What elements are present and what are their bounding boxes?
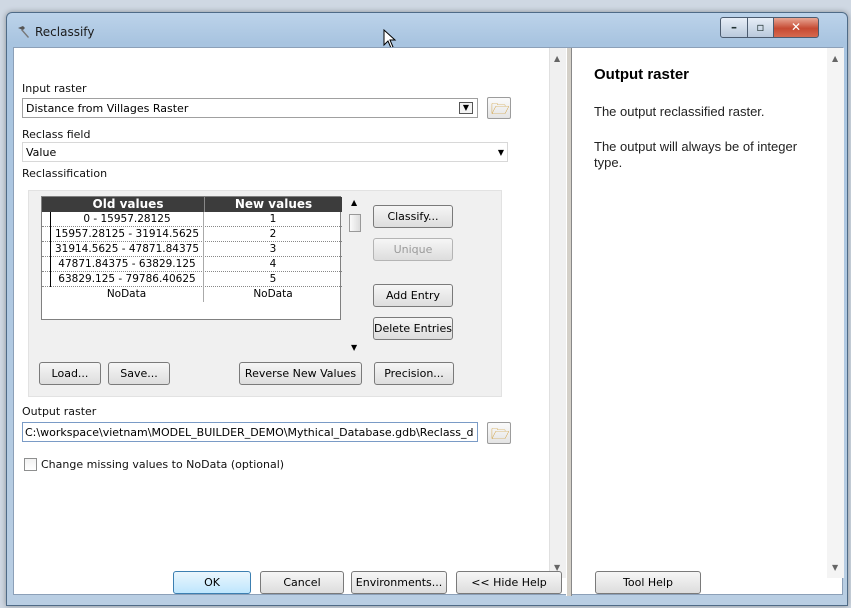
mouse-pointer-icon: [383, 29, 397, 49]
output-raster-browse-button[interactable]: 🗁: [487, 422, 511, 444]
new-value-cell[interactable]: 5: [204, 272, 342, 287]
table-row[interactable]: 31914.5625 - 47871.84375 3: [42, 242, 342, 257]
new-value-cell[interactable]: 4: [204, 257, 342, 272]
scroll-up-icon[interactable]: ▲: [351, 198, 357, 207]
chevron-down-icon[interactable]: ▼: [459, 102, 473, 114]
close-icon: ✕: [790, 20, 802, 34]
missing-values-checkbox[interactable]: [24, 458, 37, 471]
title-bar[interactable]: Reclassify – ▫ ✕: [7, 13, 847, 49]
precision-button[interactable]: Precision...: [374, 362, 454, 385]
missing-values-label: Change missing values to NoData (optiona…: [41, 458, 285, 471]
new-value-cell[interactable]: 3: [204, 242, 342, 257]
reclassification-group: Old values New values 0 - 15957.28125 1 …: [28, 190, 502, 397]
old-value-cell[interactable]: 47871.84375 - 63829.125: [50, 257, 204, 272]
unique-button[interactable]: Unique: [373, 238, 453, 261]
output-raster-value: C:\workspace\vietnam\MODEL_BUILDER_DEMO\…: [25, 426, 474, 439]
new-value-cell[interactable]: 1: [204, 212, 342, 227]
reverse-new-values-button[interactable]: Reverse New Values: [239, 362, 362, 385]
add-entry-button[interactable]: Add Entry: [373, 284, 453, 307]
old-value-cell[interactable]: 63829.125 - 79786.40625: [50, 272, 204, 287]
reclassify-window: Reclassify – ▫ ✕ Input raster Distance f…: [6, 12, 848, 606]
column-header-new-values[interactable]: New values: [204, 197, 342, 212]
input-raster-label: Input raster: [22, 82, 87, 95]
reclassification-label: Reclassification: [22, 167, 108, 180]
new-value-cell[interactable]: 2: [204, 227, 342, 242]
help-paragraph: The output reclassified raster.: [594, 104, 765, 119]
open-folder-icon: 🗁: [491, 425, 510, 443]
table-row[interactable]: 47871.84375 - 63829.125 4: [42, 257, 342, 272]
table-row[interactable]: NoData NoData: [42, 287, 342, 302]
classify-button[interactable]: Classify...: [373, 205, 453, 228]
window-title: Reclassify: [35, 25, 95, 39]
table-scrollbar[interactable]: ▲ ▼: [347, 196, 363, 354]
old-value-cell[interactable]: 15957.28125 - 31914.5625: [50, 227, 204, 242]
open-folder-icon: 🗁: [491, 100, 510, 118]
help-scrollbar[interactable]: ▲ ▼: [827, 48, 844, 578]
reclass-field-value: Value: [26, 146, 57, 159]
reclass-field-label: Reclass field: [22, 128, 91, 141]
table-row[interactable]: 0 - 15957.28125 1: [42, 212, 342, 227]
delete-entries-button[interactable]: Delete Entries: [373, 317, 453, 340]
table-row[interactable]: 15957.28125 - 31914.5625 2: [42, 227, 342, 242]
hammer-icon: [18, 26, 29, 38]
chevron-down-icon[interactable]: ▼: [498, 148, 504, 157]
table-header: Old values New values: [42, 197, 342, 212]
ok-button[interactable]: OK: [173, 571, 251, 594]
parameters-scrollbar[interactable]: ▲ ▼: [549, 48, 566, 578]
input-raster-combo[interactable]: Distance from Villages Raster ▼: [22, 98, 478, 118]
load-button[interactable]: Load...: [39, 362, 101, 385]
dialog-client-area: Input raster Distance from Villages Rast…: [13, 47, 844, 596]
scroll-up-icon[interactable]: ▲: [832, 54, 838, 63]
scroll-up-icon[interactable]: ▲: [554, 54, 560, 63]
table-row[interactable]: 63829.125 - 79786.40625 5: [42, 272, 342, 287]
help-paragraph: The output will always be of integer typ…: [594, 139, 798, 170]
minimize-button[interactable]: –: [720, 17, 748, 38]
old-value-cell[interactable]: 31914.5625 - 47871.84375: [50, 242, 204, 257]
scroll-down-icon[interactable]: ▼: [351, 343, 357, 352]
column-header-old-values[interactable]: Old values: [52, 197, 204, 212]
help-title: Output raster: [594, 66, 690, 83]
minimize-icon: –: [731, 20, 737, 34]
tool-help-button[interactable]: Tool Help: [595, 571, 701, 594]
maximize-button[interactable]: ▫: [747, 17, 774, 38]
maximize-icon: ▫: [756, 20, 765, 34]
reclass-field-combo[interactable]: Value ▼: [22, 142, 508, 162]
help-pane: Output raster The output reclassified ra…: [572, 48, 827, 578]
output-raster-label: Output raster: [22, 405, 97, 418]
old-value-cell[interactable]: NoData: [50, 287, 204, 302]
hide-help-button[interactable]: << Hide Help: [456, 571, 562, 594]
close-button[interactable]: ✕: [773, 17, 819, 38]
input-raster-browse-button[interactable]: 🗁: [487, 97, 511, 119]
input-raster-value: Distance from Villages Raster: [26, 102, 189, 115]
scrollbar-thumb[interactable]: [349, 214, 361, 232]
new-value-cell[interactable]: NoData: [204, 287, 342, 302]
old-value-cell[interactable]: 0 - 15957.28125: [50, 212, 204, 227]
cancel-button[interactable]: Cancel: [260, 571, 344, 594]
scroll-down-icon[interactable]: ▼: [832, 563, 838, 572]
reclass-table[interactable]: Old values New values 0 - 15957.28125 1 …: [41, 196, 342, 320]
parameters-pane: Input raster Distance from Villages Rast…: [14, 48, 549, 578]
environments-button[interactable]: Environments...: [351, 571, 447, 594]
output-raster-input[interactable]: C:\workspace\vietnam\MODEL_BUILDER_DEMO\…: [22, 422, 478, 442]
save-button[interactable]: Save...: [108, 362, 170, 385]
